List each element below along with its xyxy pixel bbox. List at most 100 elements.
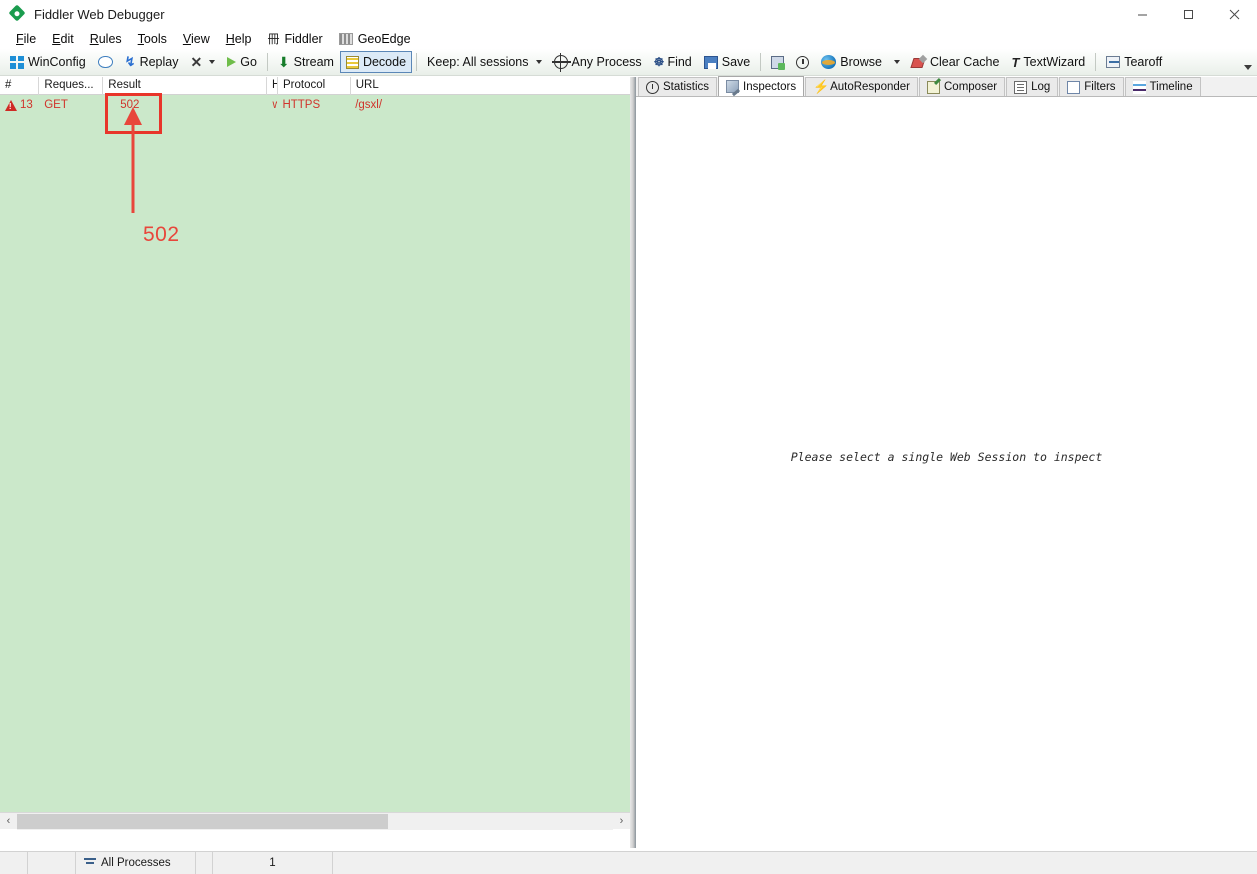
menu-fiddler-label: Fiddler [284,31,323,46]
save-label: Save [721,55,751,69]
fiddler-logo-icon [8,4,26,22]
column-header-host[interactable]: Host [267,77,279,95]
status-cell-rest [333,852,1257,874]
replay-button[interactable]: ↯ Replay [119,51,185,73]
crosshair-icon [551,53,571,72]
textwizard-button[interactable]: T TextWizard [1005,51,1091,73]
inspector-pane: Statistics Inspectors ⚡ AutoResponder Co… [636,76,1257,848]
textwizard-label: TextWizard [1023,55,1086,69]
scroll-left-arrow-icon[interactable]: ‹ [0,813,17,830]
stream-label: Stream [293,55,334,69]
warning-triangle-icon [5,99,17,111]
replay-icon: ↯ [124,54,136,69]
sessions-pane: # Reques... Result Host Protocol URL 13 … [0,77,630,830]
menu-tools[interactable]: Tools [130,30,175,48]
menu-geoedge[interactable]: GeoEdge [331,30,419,48]
tearoff-icon [1106,56,1121,68]
status-process-filter[interactable]: All Processes [76,852,196,874]
binoculars-icon: ☸ [653,55,665,69]
remove-button[interactable]: ✕ [185,51,222,73]
winconfig-label: WinConfig [28,55,86,69]
any-process-label: Any Process [571,55,642,69]
replay-label: Replay [139,55,179,69]
clear-cache-label: Clear Cache [929,55,1000,69]
session-protocol: HTTPS [282,99,321,111]
chevron-down-icon [893,60,900,64]
column-header-result[interactable]: Result [103,77,268,95]
decode-label: Decode [362,55,407,69]
column-header-protocol[interactable]: Protocol [278,77,351,95]
decode-icon [345,55,359,69]
save-icon [703,55,718,69]
stream-arrow-icon: ⬇ [277,54,290,70]
comment-button[interactable] [92,51,119,73]
timer-button[interactable] [790,51,815,73]
column-header-request[interactable]: Reques... [39,77,104,95]
scroll-right-arrow-icon[interactable]: › [613,813,630,830]
decode-button[interactable]: Decode [339,51,413,73]
scrollbar-thumb[interactable] [17,813,388,829]
tearoff-label: Tearoff [1124,55,1163,69]
scrollbar-track[interactable] [17,812,613,830]
status-bar: All Processes 1 [0,851,1257,874]
minimize-button[interactable] [1119,0,1165,28]
toolbar-separator-2 [416,53,418,71]
menu-bar: File Edit Rules Tools View Help 冊 Fiddle… [0,28,1257,49]
keep-sessions-label: Keep: All sessions [427,55,529,69]
browse-button[interactable]: Browse [815,51,906,73]
tearoff-button[interactable]: Tearoff [1100,51,1168,73]
clear-cache-icon [912,56,926,69]
play-icon [227,57,237,67]
windows-icon [10,55,24,69]
menu-view[interactable]: View [175,30,218,48]
sessions-column-headers: # Reques... Result Host Protocol URL [0,77,630,95]
sessions-horizontal-scrollbar[interactable]: ‹ › [0,812,630,830]
status-cell-capture[interactable] [0,852,28,874]
go-label: Go [240,55,257,69]
comment-bubble-icon [97,56,113,68]
status-cell-blank [28,852,76,874]
fiddler-grid-icon: 冊 [267,32,280,46]
browse-label: Browse [840,55,882,69]
toolbar-overflow-button[interactable] [1241,51,1255,73]
sessions-list[interactable]: 13 GET 502 www.cnblogs.com HTTPS /gsxl/ [0,95,630,812]
chevron-down-icon [209,60,216,64]
toolbar-separator-1 [266,53,268,71]
textwizard-icon: T [1011,54,1020,70]
menu-fiddler[interactable]: 冊 Fiddler [259,28,330,49]
go-button[interactable]: Go [221,51,263,73]
toolbar: WinConfig ↯ Replay ✕ Go ⬇ Stream Decode … [0,49,1257,76]
status-cell-gap [196,852,213,874]
copy-button[interactable] [765,51,790,73]
keep-sessions-dropdown[interactable]: Keep: All sessions [421,51,547,73]
maximize-button[interactable] [1165,0,1211,28]
menu-help[interactable]: Help [218,30,260,48]
table-row[interactable]: 13 GET 502 www.cnblogs.com HTTPS /gsxl/ [0,95,630,115]
clear-cache-button[interactable]: Clear Cache [906,51,1005,73]
stream-button[interactable]: ⬇ Stream [272,51,340,73]
any-process-button[interactable]: Any Process [548,51,648,73]
timer-icon [796,55,810,69]
session-host: www.cnblogs.com [272,99,278,111]
internet-explorer-icon [821,55,837,69]
session-id: 13 [20,99,33,111]
window-title: Fiddler Web Debugger [34,6,165,22]
session-url: /gsxl/ [355,99,383,111]
toolbar-separator-4 [1095,53,1097,71]
inspector-empty-message: Please select a single Web Session to in… [790,449,1103,464]
window-controls [1119,0,1257,28]
winconfig-button[interactable]: WinConfig [4,51,92,73]
menu-rules[interactable]: Rules [82,30,130,48]
menu-geoedge-label: GeoEdge [357,31,411,46]
fiddler-window: Fiddler Web Debugger File Edit Rules Too… [0,0,1257,874]
column-header-number[interactable]: # [0,77,40,95]
menu-edit[interactable]: Edit [44,30,82,48]
column-header-url[interactable]: URL [351,77,630,95]
close-button[interactable] [1211,0,1257,28]
save-button[interactable]: Save [698,51,757,73]
find-button[interactable]: ☸ Find [648,51,698,73]
title-bar: Fiddler Web Debugger [0,0,1257,28]
status-session-count: 1 [213,852,333,874]
menu-file[interactable]: File [8,30,44,48]
close-x-icon: ✕ [190,54,203,70]
